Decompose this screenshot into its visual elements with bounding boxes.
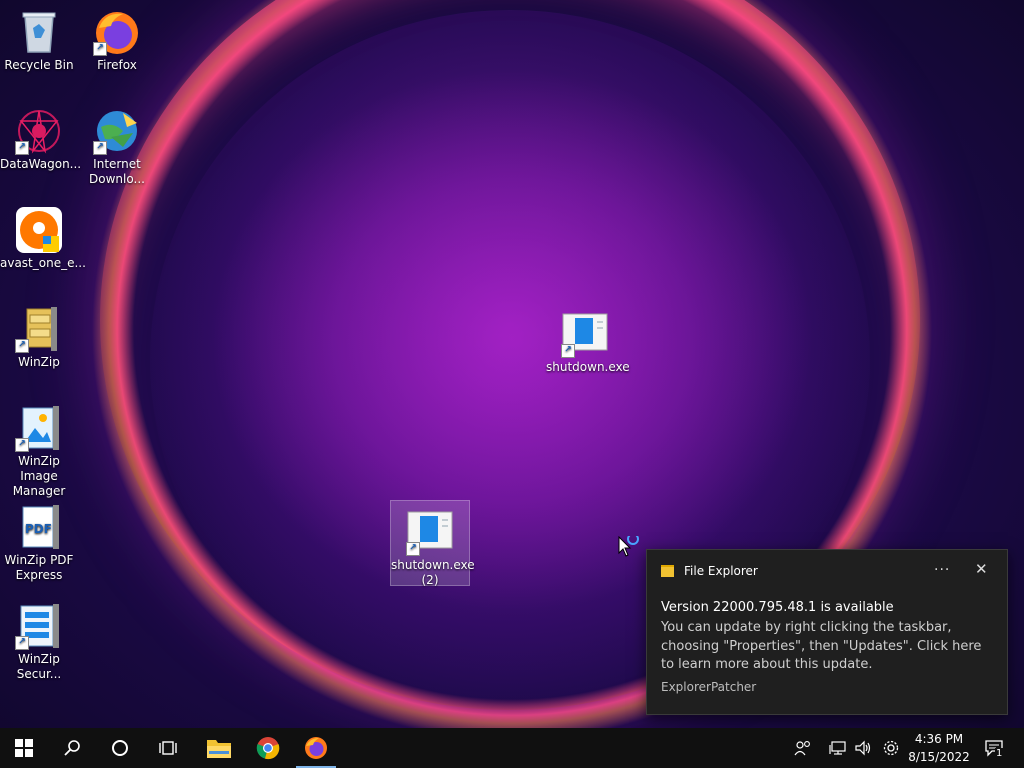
desktop-icon-shutdown-exe-2[interactable]: ↗ shutdown.exe (2) — [390, 500, 475, 587]
desktop-icon-label: shutdown.exe — [546, 360, 630, 374]
cortana-button[interactable] — [96, 728, 144, 768]
shortcut-arrow-icon: ↗ — [561, 344, 575, 358]
notification-app-name: File Explorer — [684, 564, 758, 578]
task-view-button[interactable] — [144, 728, 192, 768]
desktop-icon-winzip-pdf-express[interactable]: PDF WinZip PDF Express — [0, 503, 78, 583]
winzip-cabinet-icon: ↗ — [15, 305, 63, 353]
busy-cursor-icon — [618, 533, 644, 562]
winzip-image-manager-icon: ↗ — [15, 404, 63, 452]
desktop-icon-winzip[interactable]: ↗ WinZip — [0, 305, 78, 370]
taskbar: 4:36 PM 8/15/2022 1 — [0, 728, 1024, 768]
task-view-icon — [159, 741, 177, 755]
shortcut-arrow-icon: ↗ — [15, 636, 29, 650]
shortcut-arrow-icon: ↗ — [15, 141, 29, 155]
desktop-icon-label: Firefox — [97, 58, 137, 72]
desktop-icon-winzip-image-manager[interactable]: ↗ WinZip Image Manager — [0, 404, 78, 499]
people-button[interactable] — [790, 728, 816, 768]
taskbar-chrome[interactable] — [244, 728, 292, 768]
speaker-icon — [855, 740, 871, 756]
update-notification[interactable]: File Explorer ··· ✕ Version 22000.795.48… — [646, 549, 1008, 715]
volume-button[interactable] — [852, 728, 876, 768]
desktop-icon-label: WinZip PDF Express — [4, 553, 74, 582]
desktop-icon-label: WinZip Secur... — [16, 652, 62, 681]
shortcut-arrow-icon: ↗ — [406, 542, 420, 556]
desktop-icon-shutdown-exe[interactable]: ↗ shutdown.exe — [546, 310, 630, 375]
shutdown-exe-icon: ↗ — [406, 508, 454, 556]
winzip-secure-icon: ↗ — [15, 602, 63, 650]
desktop-icon-avast[interactable]: avast_one_e... — [0, 206, 86, 271]
desktop-icon-label: WinZip Image Manager — [12, 454, 66, 498]
desktop-icon-label: Internet Downlo... — [89, 157, 145, 186]
file-explorer-icon — [661, 565, 674, 577]
notification-count-badge: 1 — [995, 748, 1004, 759]
more-options-button[interactable]: ··· — [934, 562, 950, 578]
idm-globe-icon: ↗ — [93, 107, 141, 155]
search-icon — [64, 740, 80, 756]
shortcut-arrow-icon: ↗ — [15, 339, 29, 353]
cortana-circle-icon — [112, 740, 128, 756]
folder-icon — [207, 740, 231, 758]
desktop-icon-datawagon[interactable]: ↗ DataWagon... — [0, 107, 82, 172]
start-button[interactable] — [0, 728, 48, 768]
desktop-icon-recycle-bin[interactable]: Recycle Bin — [0, 8, 78, 73]
close-icon[interactable]: ✕ — [975, 560, 988, 578]
search-button[interactable] — [48, 728, 96, 768]
firefox-icon: ↗ — [93, 8, 141, 56]
shortcut-arrow-icon: ↗ — [93, 141, 107, 155]
datawagon-icon: ↗ — [15, 107, 63, 155]
firefox-icon — [305, 737, 327, 759]
action-center-button[interactable]: 1 — [980, 728, 1008, 768]
desktop-icon-internet-download-manager[interactable]: ↗ Internet Downlo... — [78, 107, 156, 187]
notification-body[interactable]: You can update by right clicking the tas… — [661, 619, 991, 675]
clock-time: 4:36 PM — [914, 732, 964, 746]
desktop-icon-winzip-secure[interactable]: ↗ WinZip Secur... — [0, 602, 78, 682]
recycle-bin-icon — [15, 8, 63, 56]
settings-button[interactable] — [879, 728, 903, 768]
clock[interactable]: 4:36 PM 8/15/2022 — [906, 730, 972, 766]
people-icon — [794, 741, 810, 756]
shortcut-arrow-icon: ↗ — [93, 42, 107, 56]
desktop-icon-label: WinZip — [18, 355, 60, 369]
network-icon — [829, 741, 846, 755]
windows-logo-icon — [15, 739, 33, 757]
chrome-icon — [256, 737, 280, 760]
shutdown-exe-icon: ↗ — [561, 310, 609, 358]
desktop-icon-label: Recycle Bin — [4, 58, 74, 72]
desktop-icon-label: avast_one_e... — [0, 256, 86, 270]
network-button[interactable] — [826, 728, 850, 768]
avast-installer-icon — [15, 206, 63, 254]
taskbar-file-explorer[interactable] — [195, 728, 243, 768]
desktop-icon-label: shutdown.exe (2) — [391, 558, 475, 587]
taskbar-firefox[interactable] — [292, 728, 340, 768]
notification-header: File Explorer — [661, 564, 758, 578]
shortcut-arrow-icon: ↗ — [15, 438, 29, 452]
desktop-icon-firefox[interactable]: ↗ Firefox — [78, 8, 156, 73]
notification-title: Version 22000.795.48.1 is available — [661, 600, 894, 615]
gear-icon — [883, 740, 899, 756]
clock-date: 8/15/2022 — [908, 750, 970, 764]
desktop-icon-label: DataWagon... — [0, 157, 82, 171]
notification-source: ExplorerPatcher — [661, 680, 757, 694]
desktop[interactable]: Recycle Bin ↗ Firefox ↗ DataWagon... ↗ I… — [0, 0, 1024, 728]
pdf-badge-text: PDF — [25, 522, 52, 536]
winzip-pdf-icon: PDF — [15, 503, 63, 551]
